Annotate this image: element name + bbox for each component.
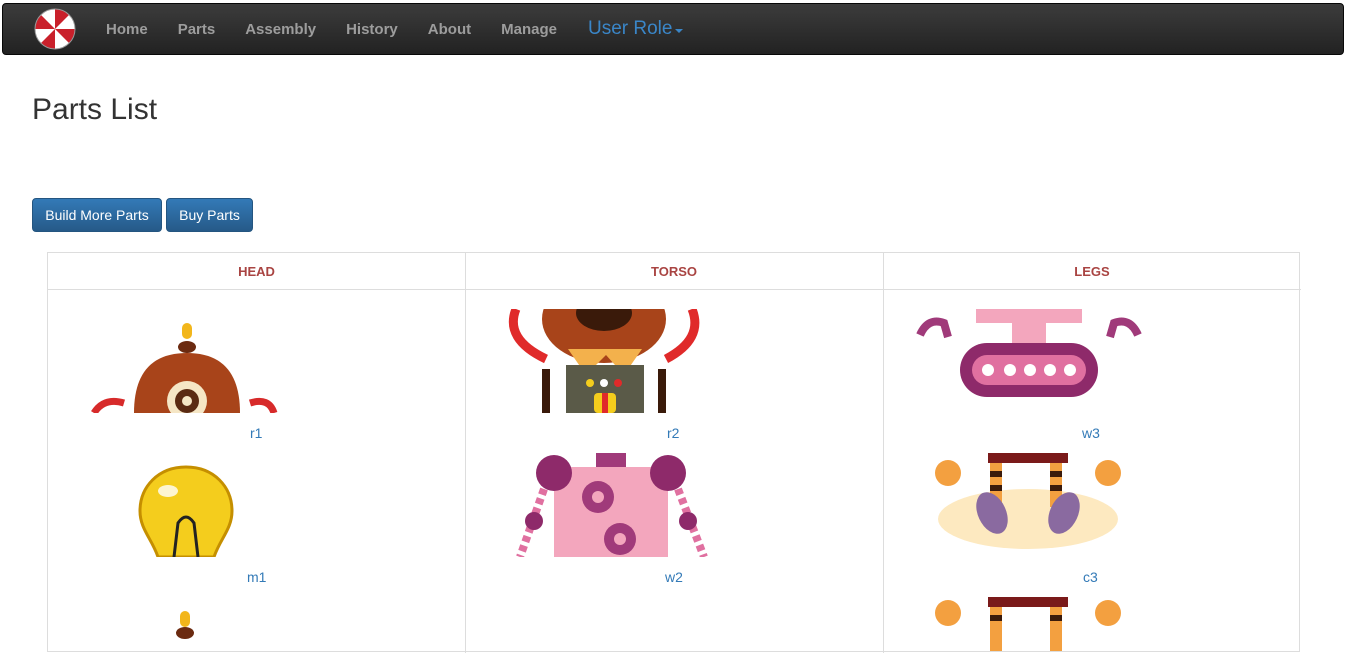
umbrella-logo-icon[interactable] [34,8,76,50]
nav-parts[interactable]: Parts [178,21,216,38]
part-link-w3[interactable]: w3 [1082,425,1100,441]
part-link-m1[interactable]: m1 [247,569,266,585]
part-image-r1-repeat[interactable] [124,605,364,655]
part-link-r1[interactable]: r1 [250,425,262,441]
part-link-w2[interactable]: w2 [665,569,683,585]
parts-table: HEAD TORSO LEGS r1 m1 r2 w2 w3 c3 [47,252,1301,655]
nav-history[interactable]: History [346,21,398,38]
part-image-r1[interactable] [74,309,324,413]
part-image-m1[interactable] [136,453,236,557]
nav-home[interactable]: Home [106,21,148,38]
column-header-head: HEAD [48,253,465,290]
caret-down-icon [675,28,684,33]
page-title: Parts List [32,93,158,126]
column-divider [883,253,884,653]
nav-about[interactable]: About [428,21,471,38]
part-image-w2[interactable] [514,453,724,557]
part-link-r2[interactable]: r2 [667,425,679,441]
part-image-c3[interactable] [928,453,1128,557]
column-header-legs: LEGS [883,253,1301,290]
part-link-c3[interactable]: c3 [1083,569,1098,585]
build-more-parts-button[interactable]: Build More Parts [32,198,162,232]
part-image-r2[interactable] [506,309,706,413]
user-role-label: User Role [587,18,673,39]
buy-parts-button[interactable]: Buy Parts [166,198,253,232]
column-divider [465,253,466,653]
column-header-torso: TORSO [465,253,883,290]
user-role-dropdown[interactable]: User Role [587,18,684,40]
nav-manage[interactable]: Manage [501,21,557,38]
nav-assembly[interactable]: Assembly [245,21,316,38]
part-image-w3[interactable] [914,309,1144,413]
part-image-c3-repeat[interactable] [928,597,1128,653]
navbar: Home Parts Assembly History About Manage… [2,3,1344,55]
